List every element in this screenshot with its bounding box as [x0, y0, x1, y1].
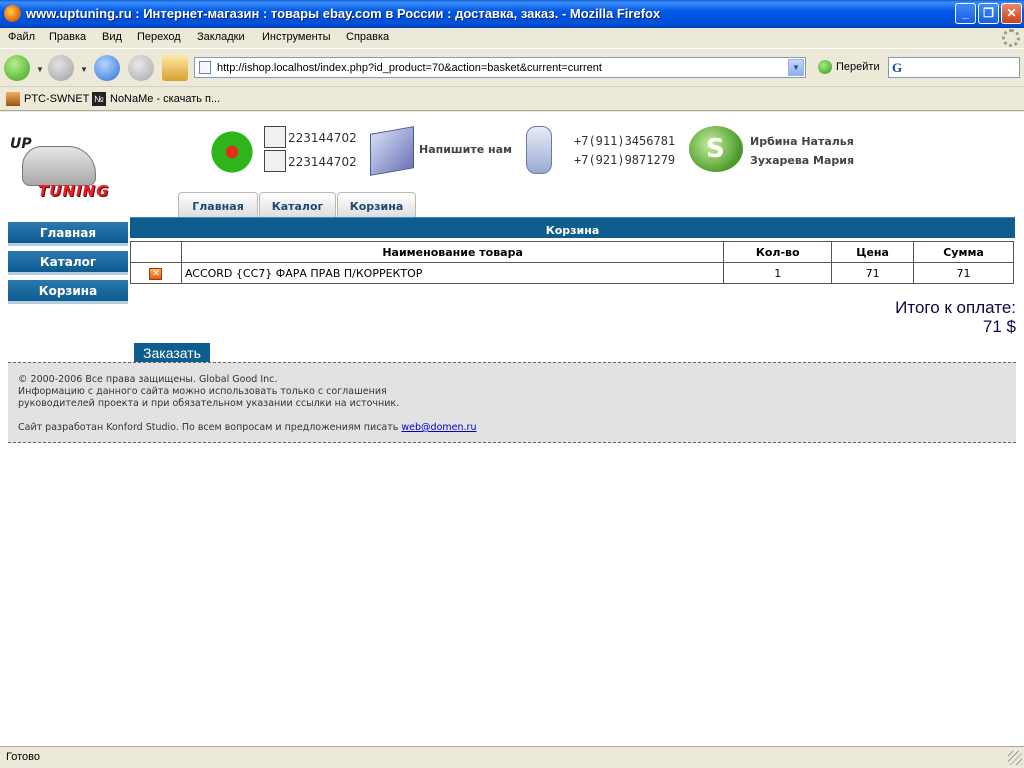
navigation-toolbar: ▼ ▼ ▼ Перейти G — [0, 48, 1024, 86]
address-bar[interactable]: ▼ — [194, 57, 806, 78]
basket-table: Наименование товара Кол-во Цена Сумма ✕ … — [130, 241, 1014, 284]
footer-copyright: © 2000-2006 Все права защищены. Global G… — [18, 374, 278, 385]
column-header: Цена — [831, 241, 915, 263]
contact-person: Зухарева Мария — [750, 154, 855, 167]
basket-title: Корзина — [130, 218, 1015, 238]
menu-tools[interactable]: Инструменты — [262, 31, 331, 43]
stop-icon[interactable] — [128, 55, 154, 81]
tab-home[interactable]: Главная — [178, 192, 258, 218]
uptuning-logo[interactable]: UP TUNING — [8, 136, 128, 206]
menu-help[interactable]: Справка — [346, 31, 389, 43]
go-label: Перейти — [836, 61, 880, 73]
status-bar: Готово — [0, 746, 1024, 768]
back-arrow-icon[interactable] — [4, 55, 30, 81]
forward-dropdown-icon[interactable]: ▼ — [80, 65, 88, 74]
bookmark-noname[interactable]: № NoNaMe - скачать п... — [92, 92, 220, 106]
column-header: Сумма — [913, 241, 1014, 263]
menu-bar: Файл Правка Вид Переход Закладки Инструм… — [0, 28, 1024, 48]
bookmark-ptc-swnet[interactable]: PTC-SWNET — [6, 92, 89, 106]
write-us-link[interactable]: Напишите нам — [419, 143, 512, 156]
column-header: Наименование товара — [180, 241, 725, 263]
menu-edit[interactable]: Правка — [49, 31, 86, 43]
delete-icon[interactable]: ✕ — [149, 268, 163, 280]
resize-grip-icon[interactable] — [1008, 751, 1022, 765]
window-title: www.uptuning.ru : Интернет-магазин : тов… — [26, 6, 661, 21]
go-arrow-icon — [818, 60, 832, 74]
delete-cell: ✕ — [130, 262, 182, 284]
menu-bookmarks[interactable]: Закладки — [197, 31, 245, 43]
home-icon[interactable] — [162, 55, 188, 81]
side-menu-basket[interactable]: Корзина — [8, 280, 128, 304]
close-button[interactable]: ✕ — [1001, 3, 1022, 24]
table-row: ✕ ACCORD {CC7} ФАРА ПРАВ П/КОРРЕКТОР 1 7… — [130, 262, 1014, 284]
url-input[interactable] — [217, 60, 777, 75]
total-label: Итого к оплате: — [895, 298, 1016, 317]
firefox-icon — [4, 5, 21, 22]
throbber-icon — [1002, 29, 1020, 47]
order-button[interactable]: Заказать — [134, 343, 210, 363]
forward-arrow-icon[interactable] — [48, 55, 74, 81]
minimize-button[interactable]: _ — [955, 3, 976, 24]
maximize-button[interactable]: ❐ — [978, 3, 999, 24]
icq-number: 223144702 — [288, 131, 357, 145]
menu-view[interactable]: Вид — [102, 31, 122, 43]
phone-number: +7(921)9871279 — [574, 153, 676, 167]
product-price: 71 — [831, 262, 915, 284]
footer-text: руководителей проекта и при обязательном… — [18, 398, 400, 409]
bookmark-icon: № — [92, 92, 106, 106]
envelope-icon[interactable] — [370, 126, 414, 176]
contact-person: Ирбина Наталья — [750, 135, 854, 148]
page-icon — [199, 61, 211, 74]
status-text: Готово — [6, 751, 40, 763]
reload-icon[interactable] — [94, 55, 120, 81]
page-content: UP TUNING 223144702 223144702 Напишите н… — [0, 112, 1024, 746]
phone-icon — [526, 126, 552, 174]
footer-email-link[interactable]: web@domen.ru — [401, 422, 476, 433]
car-image — [22, 146, 96, 186]
skype-icon[interactable]: S — [689, 126, 743, 172]
search-box[interactable]: G — [888, 57, 1020, 78]
icq-number: 223144702 — [288, 155, 357, 169]
icq-status-icon[interactable] — [264, 126, 286, 148]
table-header-row: Наименование товара Кол-во Цена Сумма — [130, 241, 1014, 263]
url-dropdown-icon[interactable]: ▼ — [788, 59, 804, 76]
product-qty: 1 — [723, 262, 833, 284]
footer-text: Информацию с данного сайта можно использ… — [18, 386, 387, 397]
column-header — [130, 241, 182, 263]
total-value: 71 $ — [982, 317, 1016, 336]
column-header: Кол-во — [723, 241, 833, 263]
phone-number: +7(911)3456781 — [574, 134, 676, 148]
icq-flower-icon — [208, 128, 256, 176]
icq-status-icon[interactable] — [264, 150, 286, 172]
go-button[interactable]: Перейти — [814, 60, 880, 74]
side-menu-catalog[interactable]: Каталог — [8, 251, 128, 275]
side-menu-home[interactable]: Главная — [8, 222, 128, 246]
product-name: ACCORD {CC7} ФАРА ПРАВ П/КОРРЕКТОР — [180, 262, 725, 284]
footer: © 2000-2006 Все права защищены. Global G… — [8, 362, 1016, 443]
window-title-bar[interactable]: www.uptuning.ru : Интернет-магазин : тов… — [0, 0, 1024, 28]
menu-go[interactable]: Переход — [137, 31, 181, 43]
bookmark-icon — [6, 92, 20, 106]
back-dropdown-icon[interactable]: ▼ — [36, 65, 44, 74]
product-sum: 71 — [913, 262, 1014, 284]
bookmarks-toolbar: PTC-SWNET № NoNaMe - скачать п... — [0, 86, 1024, 111]
tab-basket[interactable]: Корзина — [337, 192, 416, 218]
footer-credits: Сайт разработан Konford Studio. По всем … — [18, 422, 477, 433]
menu-file[interactable]: Файл — [8, 31, 35, 43]
tab-catalog[interactable]: Каталог — [259, 192, 336, 218]
google-icon[interactable]: G — [892, 60, 902, 76]
